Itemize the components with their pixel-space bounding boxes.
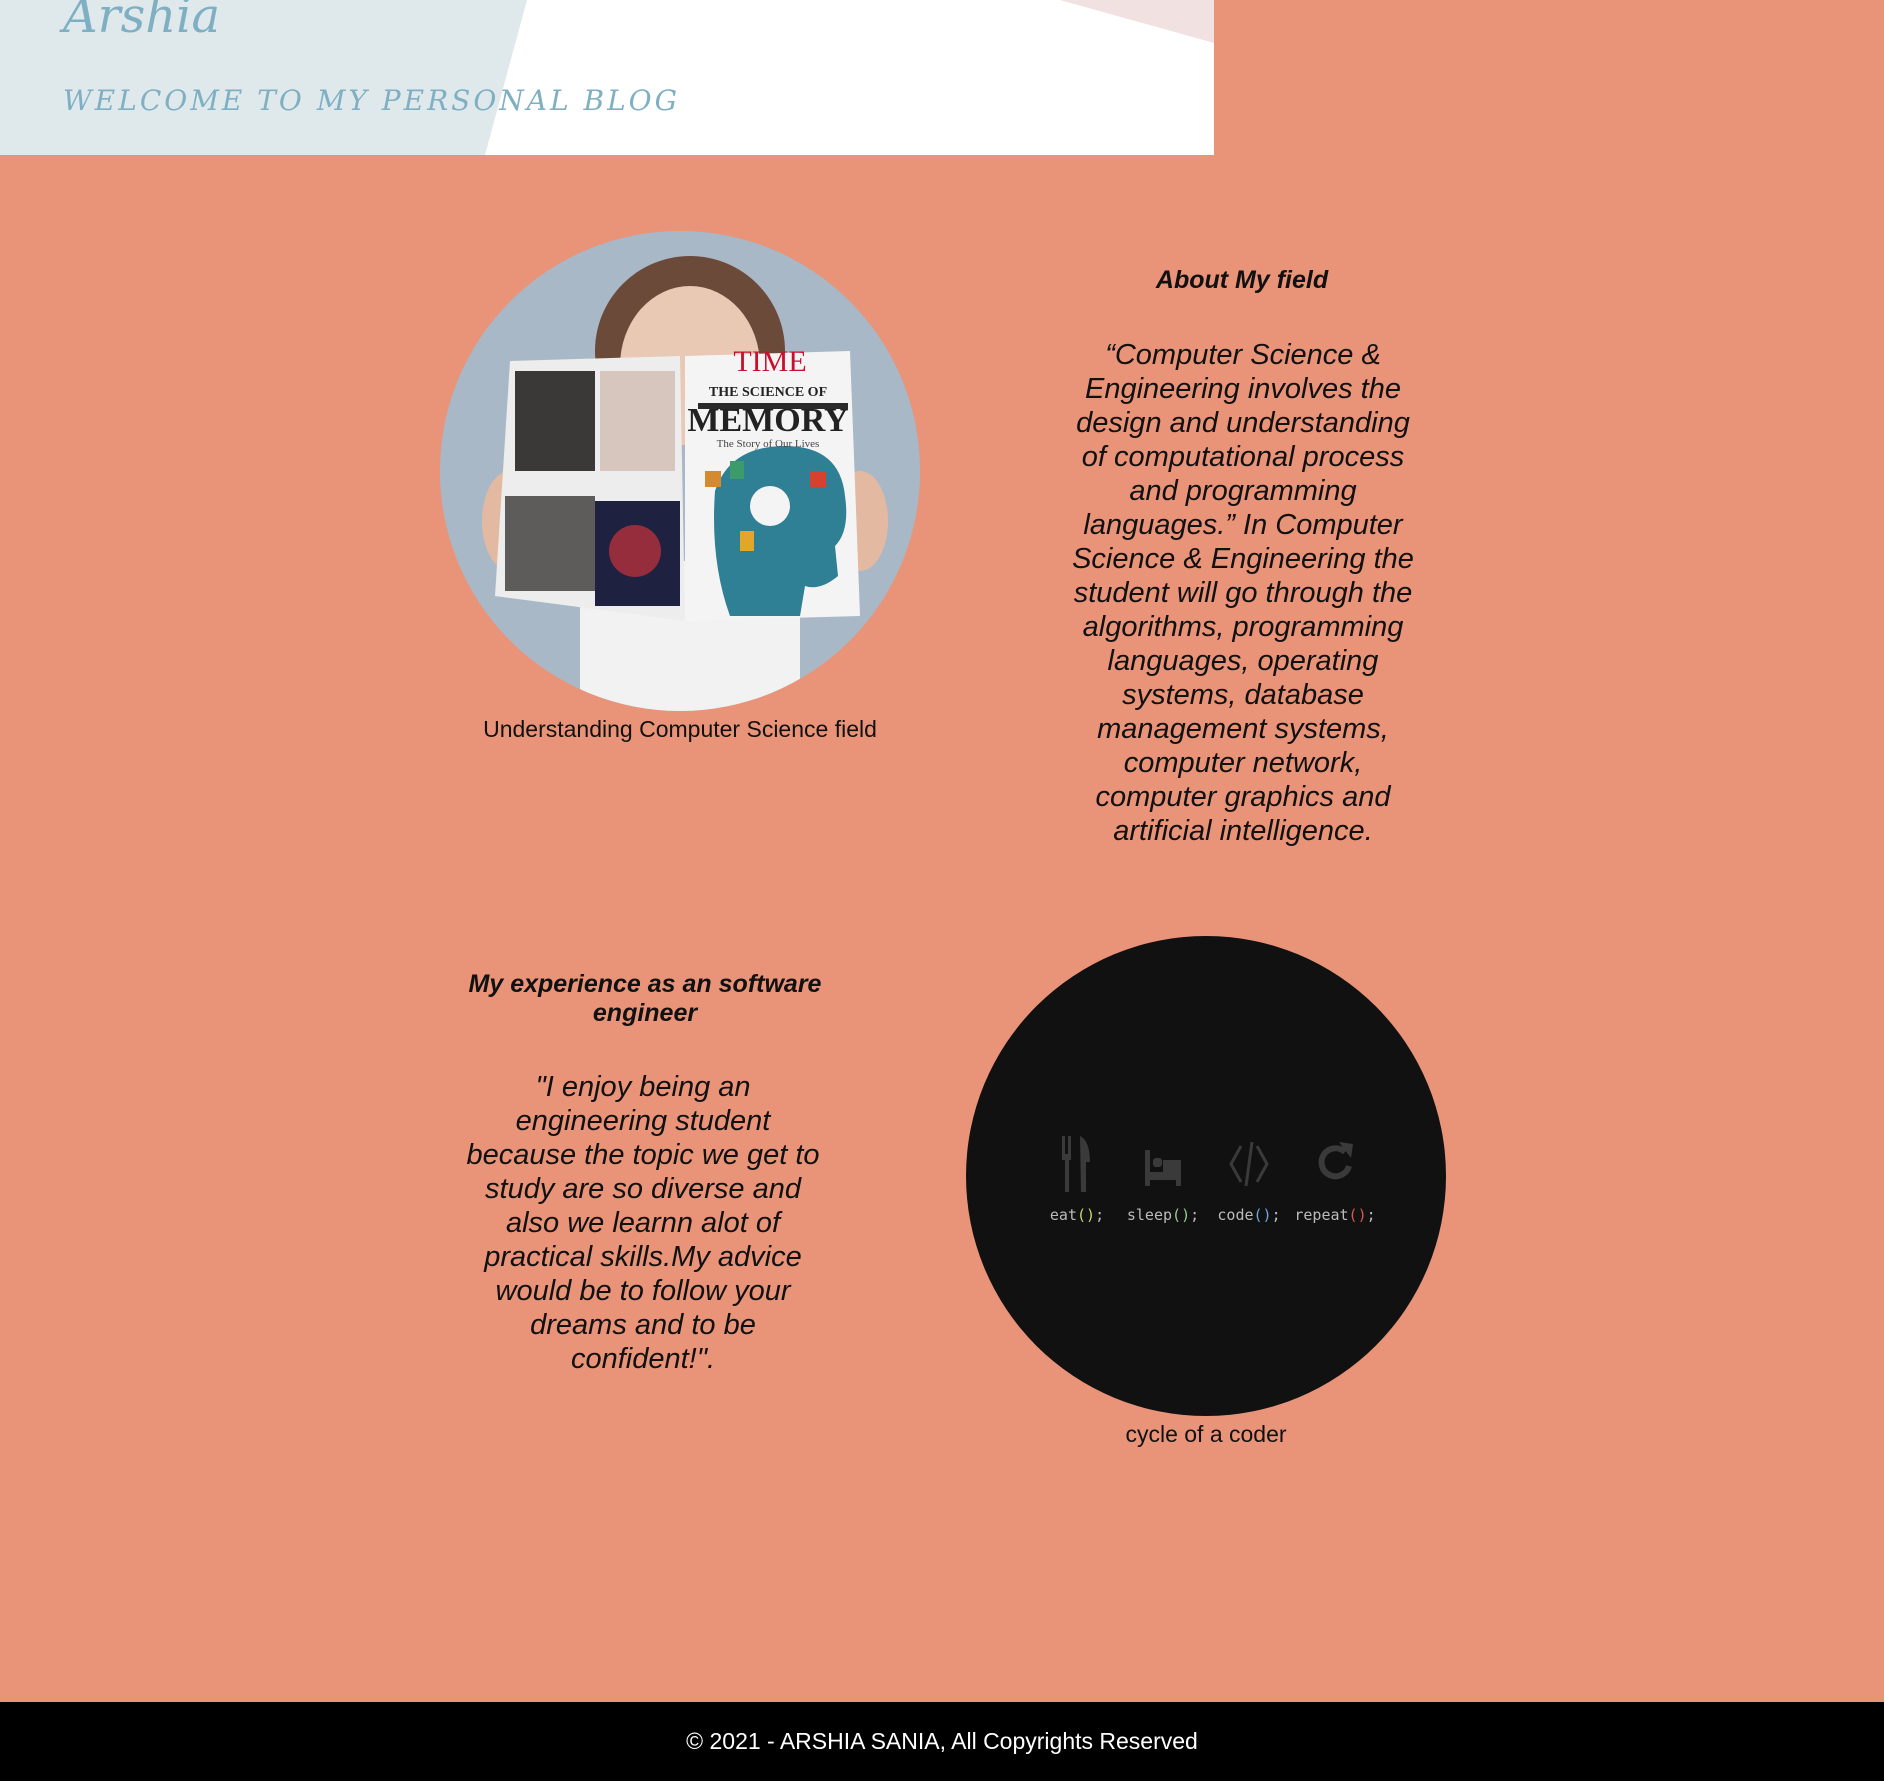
coder-caption: cycle of a coder: [1125, 1421, 1287, 1447]
footer: © 2021 - ARSHIA SANIA, All Copyrights Re…: [0, 1702, 1884, 1781]
magazine-photo: TIME THE SCIENCE OF MEMORY The Story of …: [440, 231, 920, 711]
experience-heading: My experience as an software engineer: [468, 970, 822, 1027]
code-label-code: code();: [1217, 1206, 1281, 1224]
code-label-eat: eat();: [1049, 1206, 1105, 1224]
magazine-brand: TIME: [733, 345, 806, 378]
site-title[interactable]: Arshia: [63, 0, 220, 44]
code-label-repeat: repeat();: [1294, 1206, 1376, 1224]
coder-item-code: code();: [1217, 1136, 1281, 1224]
photo-caption: Understanding Computer Science field: [483, 716, 877, 742]
header-banner: Arshia WELCOME TO MY PERSONAL BLOG: [0, 0, 1214, 155]
experience-quote: "I enjoy being an engineering student be…: [466, 1071, 820, 1375]
footer-copyright: © 2021 - ARSHIA SANIA, All Copyrights Re…: [686, 1728, 1198, 1754]
fork-knife-icon: [1062, 1136, 1090, 1192]
coder-item-eat: eat();: [1047, 1136, 1107, 1224]
coder-item-sleep: sleep();: [1127, 1136, 1199, 1224]
magazine-subtitle: The Story of Our Lives: [717, 438, 820, 450]
coder-item-repeat: repeat();: [1294, 1136, 1376, 1224]
repeat-icon: [1318, 1142, 1353, 1180]
coder-cycle-image: eat(); sleep(); code(); repeat();: [966, 936, 1446, 1416]
coder-cycle-row: eat(); sleep(); code(); repeat();: [966, 1136, 1446, 1224]
magazine-title-line1: THE SCIENCE OF: [709, 385, 827, 400]
code-label-sleep: sleep();: [1126, 1206, 1200, 1224]
bed-icon: [1145, 1150, 1181, 1186]
magazine-title-line2: MEMORY: [687, 402, 848, 439]
site-tagline: WELCOME TO MY PERSONAL BLOG: [63, 84, 680, 117]
about-field-quote: “Computer Science & Engineering involves…: [1072, 339, 1414, 847]
code-icon: [1229, 1141, 1269, 1187]
about-field-heading: About My field: [1155, 266, 1329, 294]
magazine-photo-illustration: TIME THE SCIENCE OF MEMORY The Story of …: [440, 231, 920, 711]
